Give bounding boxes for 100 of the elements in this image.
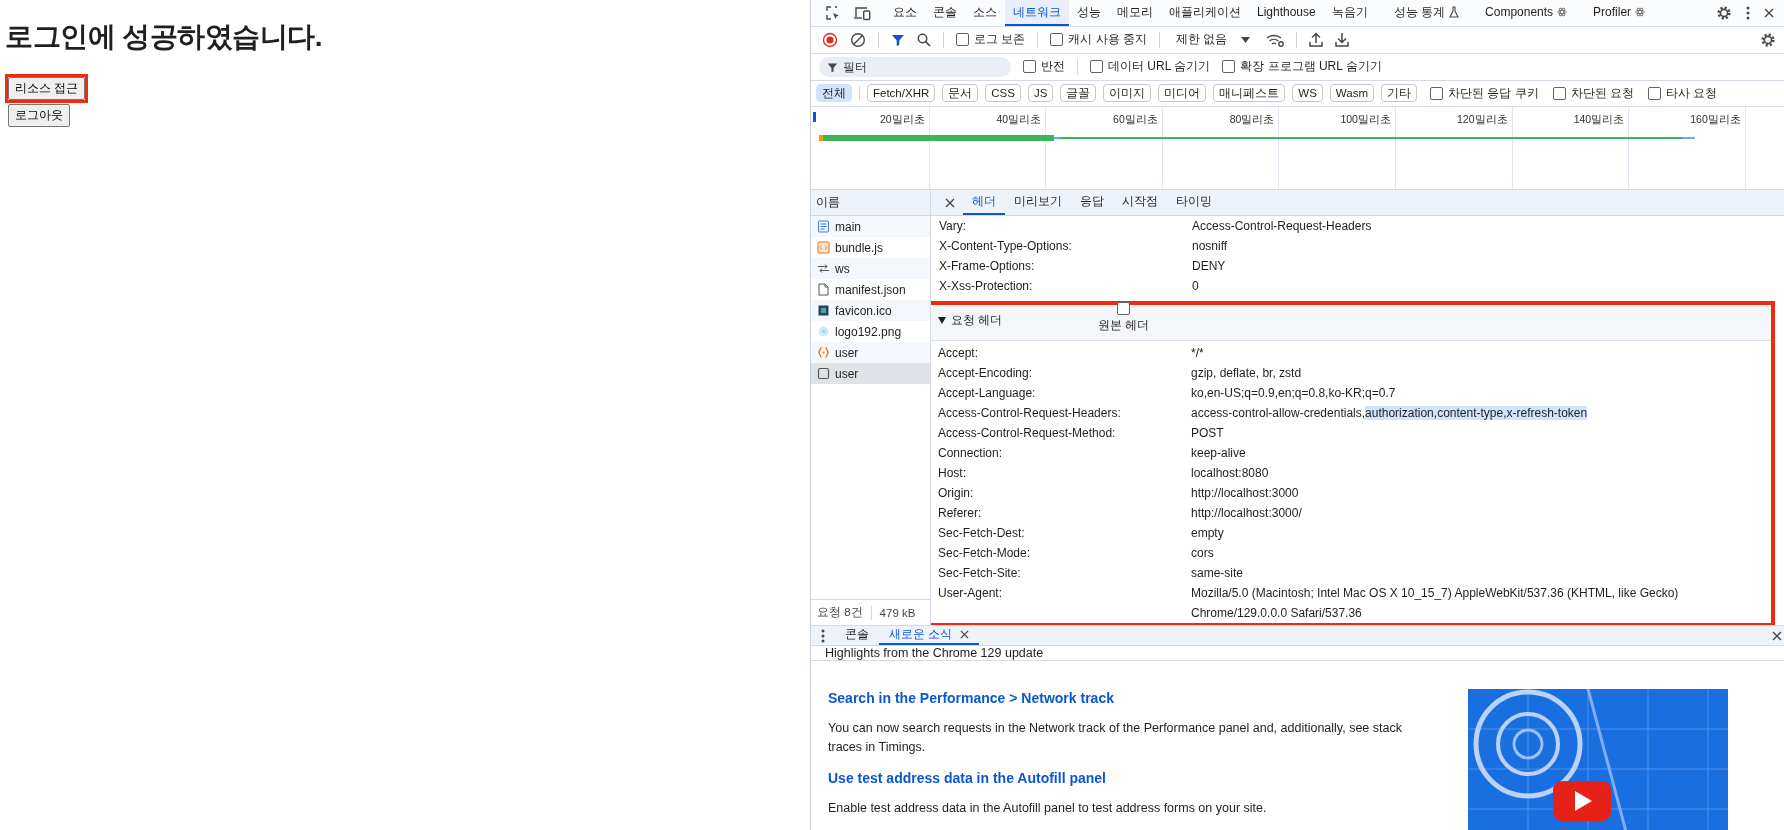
filter-field[interactable]: 필터 (819, 56, 1011, 77)
type-filter-chip[interactable]: 전체 (816, 84, 852, 102)
panel-tab[interactable]: 콘솔 (925, 0, 965, 26)
panel-tab[interactable]: 애플리케이션 (1161, 0, 1249, 26)
type-filter-chip[interactable]: 글꼴 (1060, 84, 1097, 102)
device-icon[interactable] (853, 4, 871, 21)
detail-tab[interactable]: 타이밍 (1167, 190, 1221, 215)
detail-tab[interactable]: 헤더 (963, 190, 1005, 215)
panel-tab[interactable]: 성능 (1069, 0, 1109, 26)
header-name: Accept-Language: (938, 385, 1037, 402)
request-row[interactable]: manifest.json (811, 279, 930, 300)
download-icon[interactable] (1335, 32, 1350, 47)
panel-tab[interactable]: 네트워크 (1005, 0, 1069, 26)
checkbox[interactable] (1430, 86, 1443, 100)
checkbox-label[interactable]: 차단된 응답 쿠키 (1448, 84, 1539, 102)
type-filter-chip[interactable]: JS (1027, 84, 1054, 102)
panel-tab[interactable]: Lighthouse (1249, 0, 1324, 26)
throttling-dropdown[interactable]: 제한 없음 (1172, 31, 1255, 48)
type-filter-chip[interactable]: Wasm (1329, 84, 1374, 102)
type-filter-chip[interactable]: WS (1292, 84, 1323, 102)
checkbox-label[interactable]: 원본 헤더 (1098, 317, 1150, 334)
clear-icon[interactable] (850, 31, 866, 48)
wifi-settings-icon[interactable] (1266, 32, 1285, 47)
close-icon[interactable] (1772, 630, 1782, 641)
request-row[interactable]: logo192.png (811, 321, 930, 342)
request-row[interactable]: main (811, 216, 930, 237)
close-icon[interactable] (945, 197, 955, 208)
upload-icon[interactable] (1309, 32, 1324, 47)
time-tick-label: 60밀리초 (1113, 113, 1158, 127)
settings-icon[interactable] (1716, 4, 1732, 21)
checkbox-label[interactable]: 데이터 URL 숨기기 (1108, 58, 1211, 75)
type-filter-chip[interactable]: Fetch/XHR (867, 84, 936, 102)
header-value: ko,en-US;q=0.9,en;q=0.8,ko-KR;q=0.7 (1191, 385, 1397, 402)
header-value: empty (1191, 525, 1225, 542)
checkbox[interactable] (1117, 302, 1131, 315)
article-link[interactable]: Use test address data in the Autofill panel (828, 769, 1422, 787)
header-value: nosniff (1192, 238, 1229, 255)
more-icon[interactable] (1746, 5, 1750, 20)
checkbox[interactable] (956, 33, 969, 46)
checkbox-label[interactable]: 로그 보존 (974, 31, 1026, 48)
type-filter-chip[interactable]: 매니페스트 (1213, 84, 1286, 102)
atom-icon (1557, 7, 1568, 17)
checkbox[interactable] (1552, 86, 1566, 100)
checkbox-label[interactable]: 타사 요청 (1666, 84, 1718, 102)
filter-icon[interactable] (891, 32, 905, 47)
panel-tab[interactable]: Profiler (1585, 0, 1654, 26)
panel-tab[interactable]: 메모리 (1109, 0, 1161, 26)
triangle-icon[interactable] (938, 317, 946, 324)
type-filter-chip[interactable]: CSS (985, 84, 1021, 102)
inspect-icon[interactable] (825, 4, 841, 21)
checkbox-label[interactable]: 확장 프로그램 URL 숨기기 (1240, 58, 1382, 75)
type-filter-chip[interactable]: 이미지 (1103, 84, 1152, 102)
panel-tab[interactable]: 녹음기 (1323, 0, 1376, 26)
close-icon[interactable] (960, 630, 970, 639)
checkbox-label[interactable]: 차단된 요청 (1570, 84, 1635, 102)
request-row[interactable]: bundle.js (811, 237, 930, 258)
header-value: access-control-allow-credentials,authorization,content-type,x-refresh-token (1191, 405, 1589, 422)
type-filter-chip[interactable]: 미디어 (1158, 84, 1207, 102)
search-icon[interactable] (917, 32, 931, 47)
checkbox-label[interactable]: 캐시 사용 중지 (1068, 31, 1147, 48)
detail-tab[interactable]: 미리보기 (1005, 190, 1071, 215)
type-filter-chip[interactable]: 기타 (1381, 84, 1417, 102)
page-heading: 로그인에 성공하였습니다. (5, 20, 324, 54)
panel-tab[interactable]: 소스 (965, 0, 1005, 26)
request-row[interactable]: ws (811, 258, 930, 279)
header-name: Access-Control-Request-Method: (938, 425, 1117, 442)
header-name: Accept: (938, 345, 980, 362)
header-value: DENY (1192, 258, 1227, 275)
column-header: 이름 (816, 194, 840, 211)
script-icon (817, 241, 830, 254)
page-button[interactable]: 리소스 접근 (8, 77, 86, 100)
checkbox[interactable] (1090, 60, 1103, 73)
more-icon[interactable] (821, 628, 825, 643)
detail-tab[interactable]: 응답 (1071, 190, 1113, 215)
checkbox-label[interactable]: 반전 (1041, 58, 1065, 75)
request-row[interactable]: favicon.ico (811, 300, 930, 321)
drawer-tab[interactable]: 콘솔 (835, 626, 879, 645)
request-row[interactable]: user (811, 363, 930, 384)
close-icon[interactable] (1764, 7, 1774, 18)
request-row[interactable]: user (811, 342, 930, 363)
checkbox[interactable] (1648, 86, 1662, 100)
settings-icon[interactable] (1760, 31, 1776, 48)
summary-text: 요청 8건 (817, 605, 863, 620)
type-filter-chip[interactable]: 문서 (942, 84, 979, 102)
page-button[interactable]: 로그아웃 (8, 104, 70, 127)
header-name: X-Content-Type-Options: (939, 238, 1073, 255)
checkbox[interactable] (1050, 33, 1064, 46)
checkbox[interactable] (1222, 60, 1236, 73)
detail-tab[interactable]: 시작점 (1113, 190, 1167, 215)
atom-icon (817, 325, 830, 338)
drawer-tab[interactable]: 새로운 소식 (879, 626, 980, 645)
panel-tab[interactable]: 요소 (885, 0, 925, 26)
record-icon[interactable] (822, 31, 838, 48)
article-link[interactable]: Search in the Performance > Network track (828, 689, 1422, 707)
header-name: Sec-Fetch-Site: (938, 565, 1022, 582)
panel-tab[interactable]: 성능 통계 (1385, 0, 1468, 26)
overview-handle-icon[interactable] (813, 112, 816, 122)
panel-tab[interactable]: Components (1477, 0, 1576, 26)
checkbox[interactable] (1023, 60, 1036, 73)
document-icon (817, 220, 830, 233)
